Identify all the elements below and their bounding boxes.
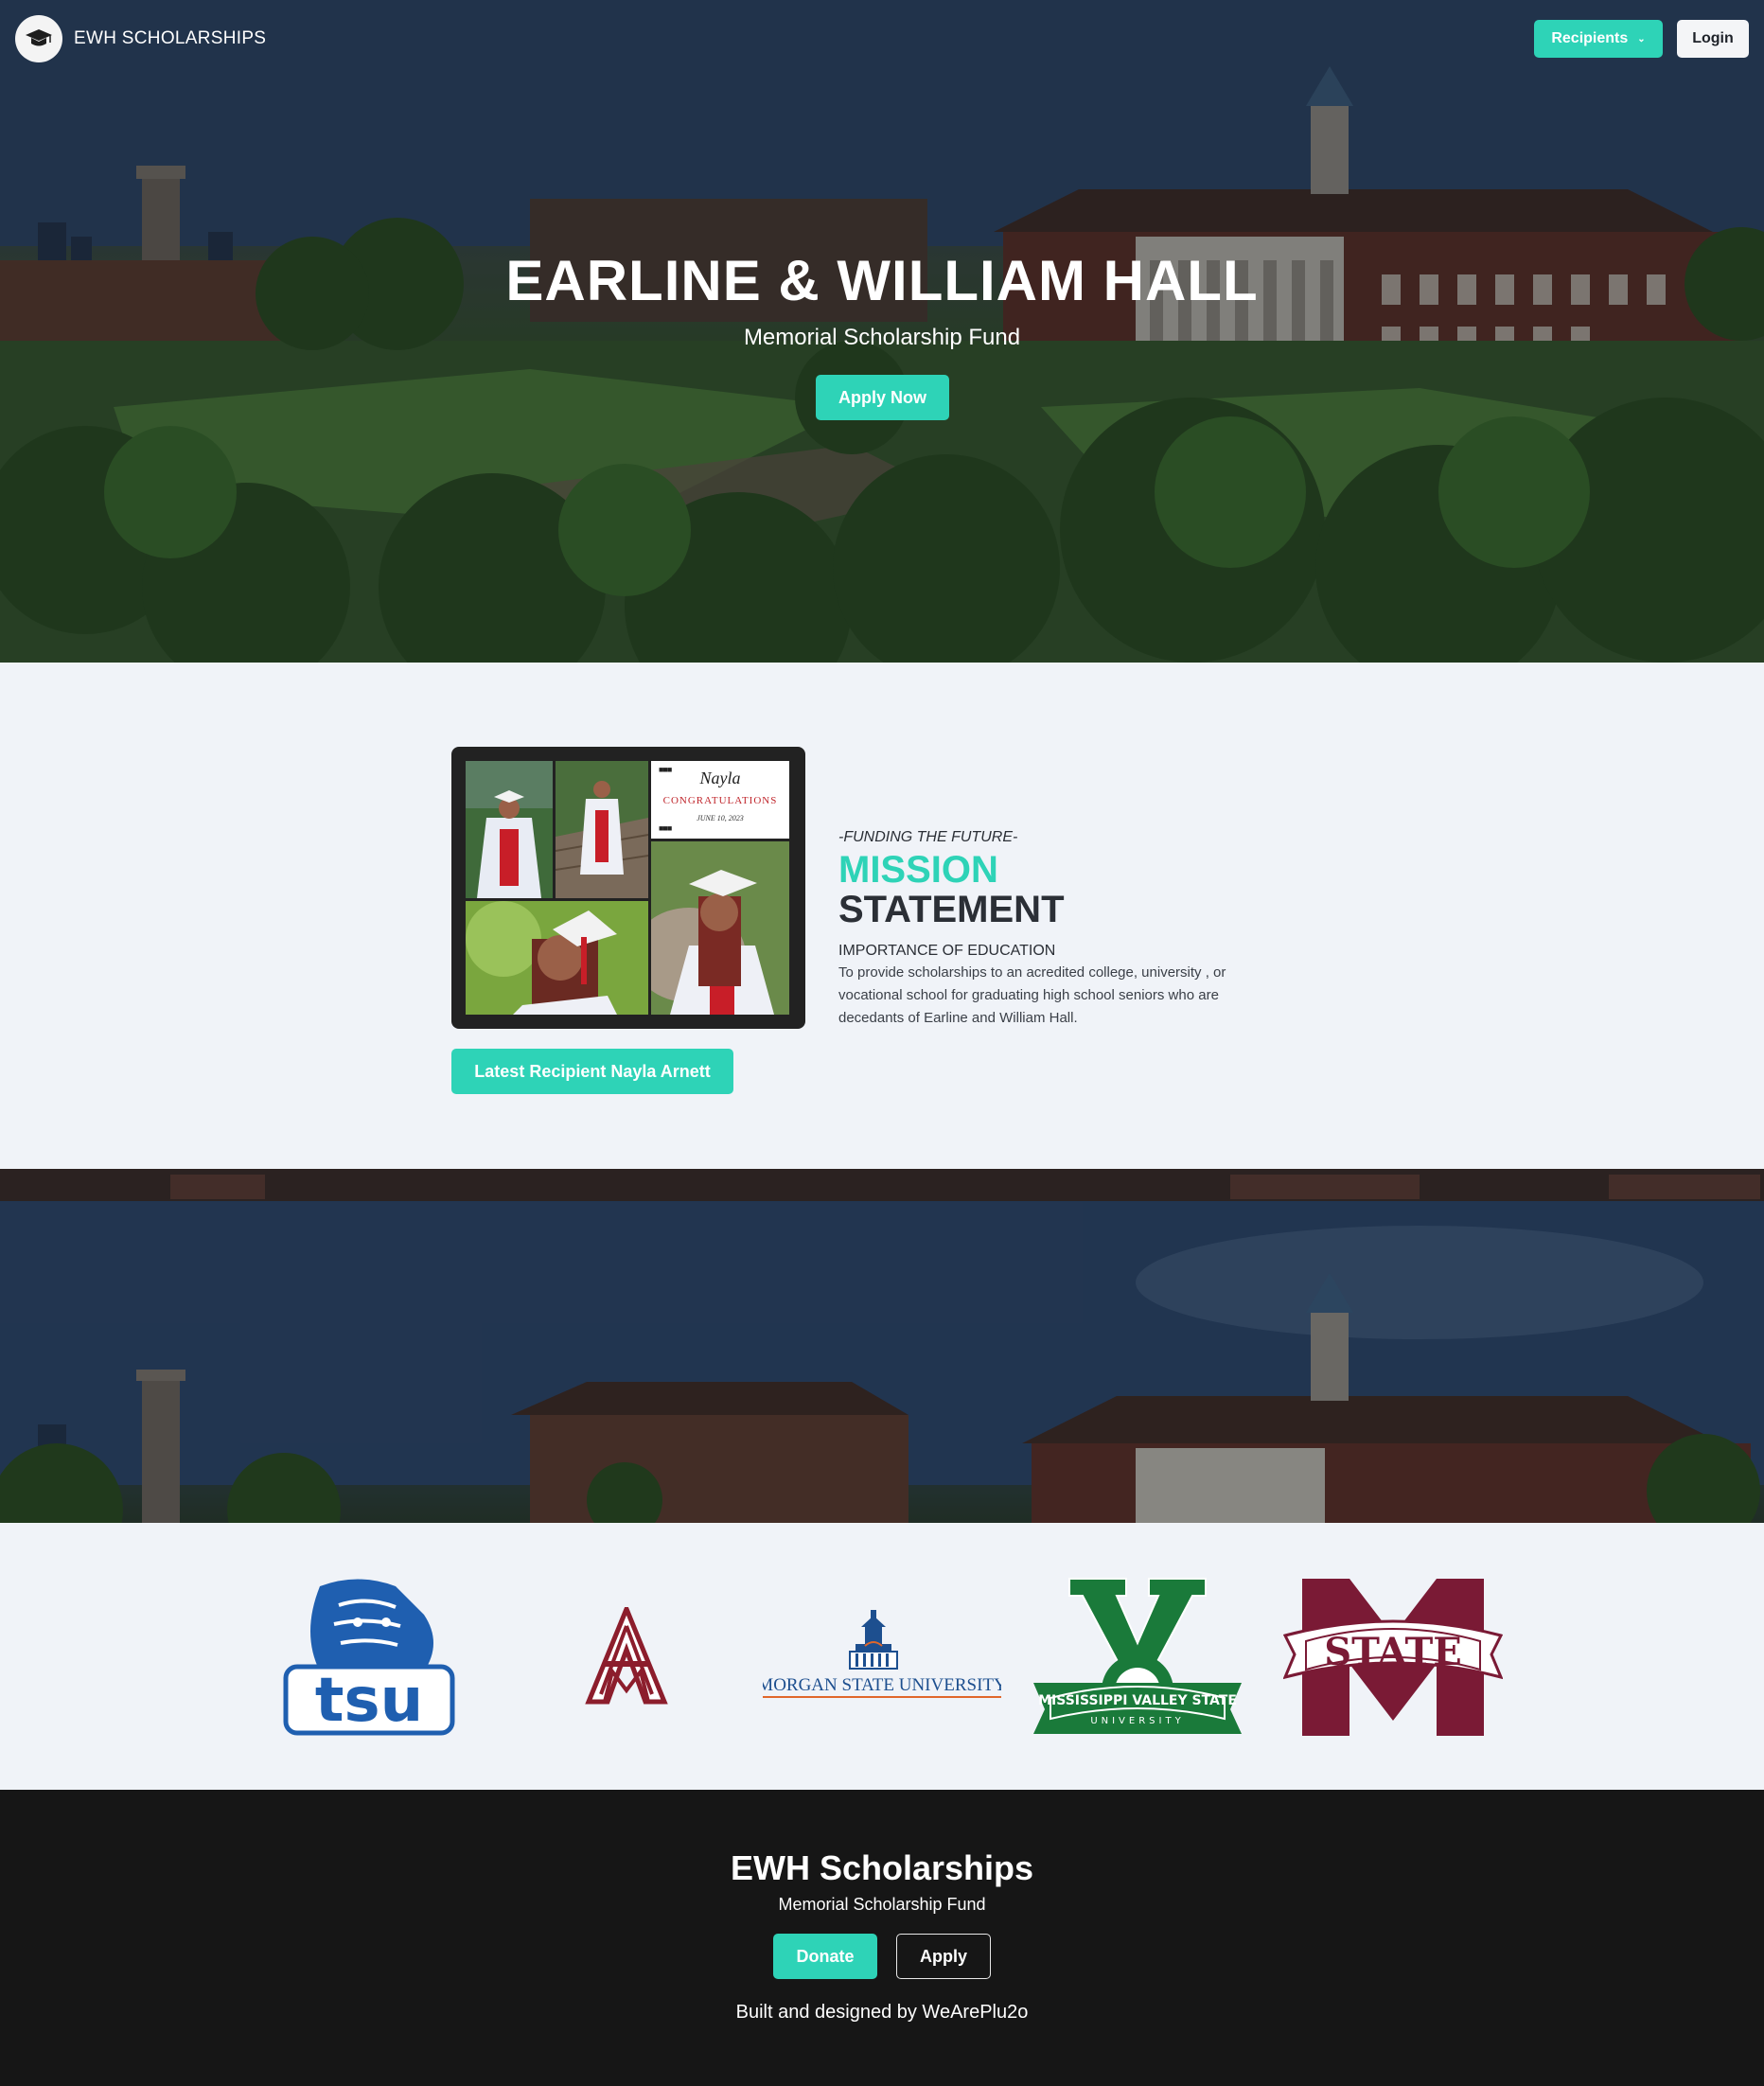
recipients-dropdown-button[interactable]: Recipients ⌄ bbox=[1534, 20, 1663, 58]
login-button[interactable]: Login bbox=[1677, 20, 1749, 58]
hero-title: EARLINE & WILLIAM HALL bbox=[505, 249, 1259, 312]
recipient-photo bbox=[556, 761, 648, 898]
tsu-wordmark: tsu bbox=[315, 1666, 423, 1736]
msstate-wordmark: STATE bbox=[1324, 1630, 1462, 1674]
recipient-photo bbox=[651, 841, 789, 1015]
mission-title: STATEMENT bbox=[838, 889, 1065, 930]
morgan-wordmark: MORGAN STATE UNIVERSITY bbox=[763, 1675, 1001, 1695]
mission-heading: IMPORTANCE OF EDUCATION bbox=[838, 943, 1056, 959]
mvsu-logo: MISSISSIPPI VALLEY STATE UNIVERSITY bbox=[1033, 1578, 1242, 1734]
campus-banner bbox=[0, 1169, 1764, 1523]
brand-name: EWH SCHOLARSHIPS bbox=[74, 28, 267, 48]
card-dots-decoration: ■■■ bbox=[659, 823, 672, 833]
recipient-photo bbox=[466, 761, 553, 898]
card-date: JUNE 10, 2023 bbox=[697, 814, 744, 822]
banner-dark-overlay bbox=[0, 1169, 1764, 1523]
footer-credit: Built and designed by WeArePlu2o bbox=[735, 2002, 1029, 2023]
aamu-logo bbox=[585, 1607, 668, 1705]
hero-section: EWH SCHOLARSHIPS Recipients ⌄ Login EARL… bbox=[0, 0, 1764, 663]
donate-button[interactable]: Donate bbox=[773, 1934, 877, 1979]
card-congratulations-text: CONGRATULATIONS bbox=[662, 795, 778, 806]
mission-section: ■■■ Nayla CONGRATULATIONS JUNE 10, 2023 … bbox=[0, 670, 1764, 1169]
tsu-tiger-logo: tsu bbox=[283, 1579, 455, 1736]
mvsu-arc-text: MISSISSIPPI VALLEY STATE bbox=[1038, 1693, 1237, 1708]
site-footer: EWH Scholarships Memorial Scholarship Fu… bbox=[0, 1790, 1764, 2086]
brand-link[interactable]: EWH SCHOLARSHIPS bbox=[15, 15, 266, 62]
hero-subtitle: Memorial Scholarship Fund bbox=[743, 325, 1021, 350]
congratulations-card: ■■■ Nayla CONGRATULATIONS JUNE 10, 2023 … bbox=[651, 761, 789, 839]
mississippi-state-logo: STATE bbox=[1283, 1579, 1503, 1736]
footer-title: EWH Scholarships bbox=[730, 1848, 1034, 1887]
morgan-state-logo: MORGAN STATE UNIVERSITY bbox=[763, 1610, 1001, 1698]
recipient-photo-collage: ■■■ Nayla CONGRATULATIONS JUNE 10, 2023 … bbox=[451, 747, 805, 1029]
university-logos-section: tsu MORGAN STATE UNIVERSITY MISSISSIPPI … bbox=[0, 1523, 1764, 1790]
recipients-label: Recipients bbox=[1551, 30, 1629, 46]
footer-subtitle: Memorial Scholarship Fund bbox=[778, 1895, 986, 1914]
mission-title-accent: MISSION bbox=[838, 849, 998, 891]
mission-statement: -FUNDING THE FUTURE- MISSION STATEMENT I… bbox=[838, 829, 1274, 1030]
mvsu-sub-text: UNIVERSITY bbox=[1090, 1716, 1184, 1726]
footer-apply-button[interactable]: Apply bbox=[896, 1934, 991, 1979]
apply-now-button[interactable]: Apply Now bbox=[816, 375, 949, 420]
card-recipient-name: Nayla bbox=[699, 769, 741, 787]
latest-recipient-button[interactable]: Latest Recipient Nayla Arnett bbox=[451, 1049, 733, 1094]
mission-kicker: -FUNDING THE FUTURE- bbox=[838, 829, 1018, 845]
top-navbar: EWH SCHOLARSHIPS Recipients ⌄ Login bbox=[0, 0, 1764, 76]
mission-body: To provide scholarships to an acredited … bbox=[838, 964, 1226, 1026]
graduation-cap-icon bbox=[15, 15, 62, 62]
chevron-down-icon: ⌄ bbox=[1637, 33, 1646, 44]
recipient-photo bbox=[466, 901, 648, 1015]
